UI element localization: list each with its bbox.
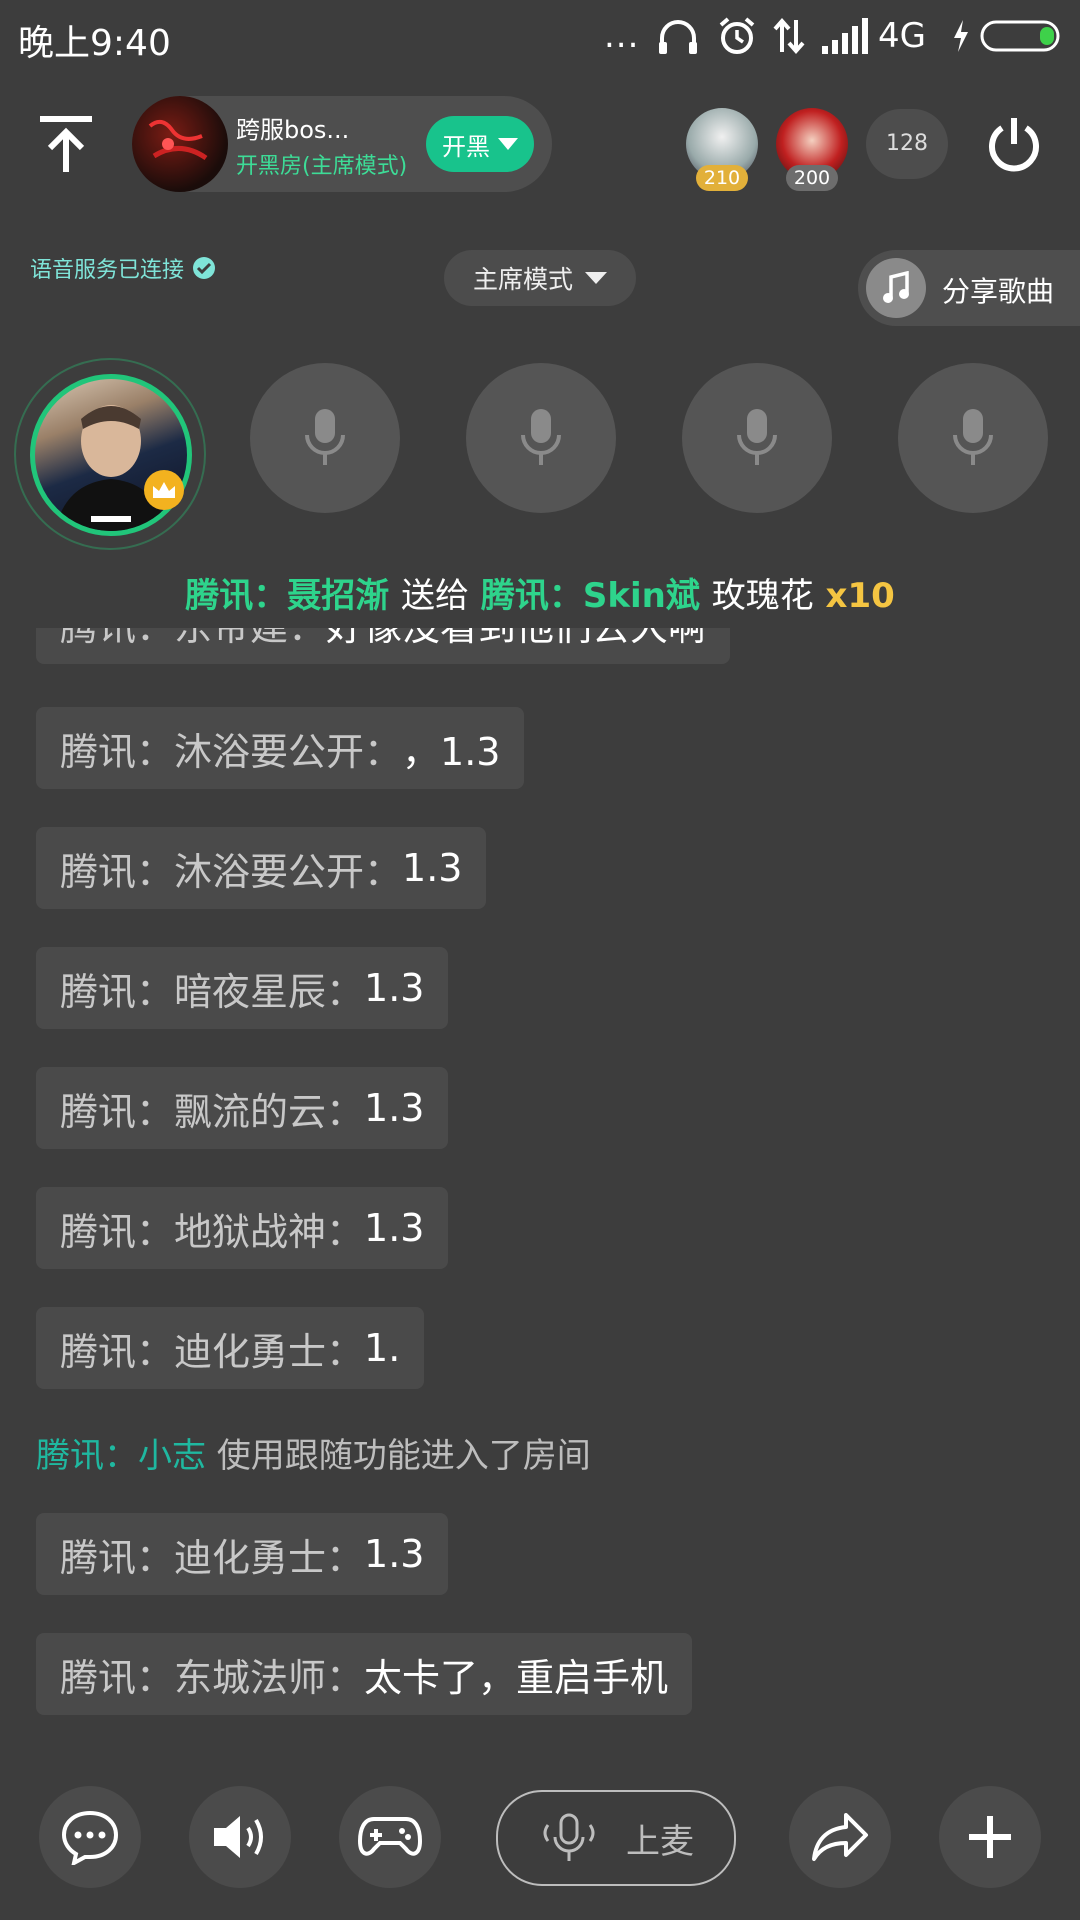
voice-status: 语音服务已连接 bbox=[30, 252, 216, 284]
alarm-icon bbox=[716, 14, 758, 58]
top-user-score-1: 210 bbox=[696, 165, 748, 191]
chat-text: 1.3 bbox=[364, 1086, 425, 1130]
voice-status-text: 语音服务已连接 bbox=[30, 258, 185, 283]
speaker-button[interactable] bbox=[189, 1786, 291, 1888]
share-song-label: 分享歌曲 bbox=[942, 275, 1055, 308]
status-bar: 晚上9:40 ... 4G bbox=[0, 0, 1080, 75]
chat-sender: 腾讯：沐浴要公开： bbox=[60, 849, 403, 894]
gift-announcement: 腾讯：聂招渐 送给 腾讯：Skin斌 玫瑰花 x10 bbox=[0, 568, 1080, 617]
crown-icon bbox=[144, 470, 184, 510]
chat-message: 腾讯：暗夜星辰： 1.3 bbox=[36, 947, 449, 1029]
microphone-icon bbox=[521, 409, 561, 465]
battery-icon bbox=[980, 14, 1064, 58]
gift-receiver: 腾讯：Skin斌 bbox=[480, 576, 700, 616]
gift-verb: 送给 bbox=[401, 576, 470, 616]
room-name: 跨服bos... bbox=[236, 116, 350, 144]
network-type: 4G bbox=[878, 16, 926, 56]
signal-icon bbox=[822, 14, 868, 58]
chat-sender: 腾讯：迪化勇士： bbox=[60, 1329, 365, 1374]
charging-icon bbox=[952, 14, 970, 58]
share-button[interactable] bbox=[789, 1786, 891, 1888]
chat-message: 腾讯：东城法师： 太卡了，重启手机 bbox=[36, 1633, 693, 1715]
gift-sender: 腾讯：聂招渐 bbox=[185, 576, 390, 616]
power-icon bbox=[989, 118, 1039, 172]
host-seat[interactable] bbox=[14, 358, 206, 550]
share-arrow-icon bbox=[812, 1813, 868, 1861]
kaihei-label: 开黑 bbox=[442, 132, 490, 161]
chat-text: 好像没看到他们去大啊 bbox=[326, 628, 706, 651]
status-time: 晚上9:40 bbox=[18, 23, 171, 64]
chat-message: 腾讯：东帝建：好像没看到他们去大啊 bbox=[36, 628, 731, 664]
share-song-button[interactable]: 分享歌曲 bbox=[858, 250, 1080, 326]
more-dots-icon: ... bbox=[604, 16, 640, 56]
caret-down-icon bbox=[498, 138, 518, 150]
chat-text: 1.3 bbox=[364, 1206, 425, 1250]
microphone-icon bbox=[305, 409, 345, 465]
chat-sender: 腾讯：东城法师： bbox=[60, 1655, 365, 1700]
mode-select-label: 主席模式 bbox=[472, 265, 573, 294]
caret-down-icon bbox=[585, 272, 607, 284]
kaihei-dropdown-button[interactable]: 开黑 bbox=[426, 116, 534, 172]
headphones-icon bbox=[656, 14, 700, 58]
chat-message: 腾讯：迪化勇士： 1. bbox=[36, 1307, 425, 1389]
system-message: 腾讯：小志 使用跟随功能进入了房间 bbox=[36, 1428, 591, 1477]
chat-button[interactable] bbox=[39, 1786, 141, 1888]
host-avatar bbox=[30, 374, 192, 536]
online-count[interactable]: 128 bbox=[866, 109, 948, 179]
chat-sender: 腾讯：沐浴要公开： bbox=[60, 729, 403, 774]
chat-sender: 腾讯：地狱战神： bbox=[60, 1209, 365, 1254]
mic-seat-5[interactable] bbox=[898, 363, 1048, 513]
speaker-icon bbox=[214, 1816, 263, 1858]
chat-text: ，1.3 bbox=[402, 729, 501, 774]
join-mic-button[interactable]: 上麦 bbox=[496, 1790, 736, 1886]
chat-message: 腾讯：沐浴要公开： ，1.3 bbox=[36, 707, 525, 789]
game-button[interactable] bbox=[339, 1786, 441, 1888]
chat-list[interactable]: 腾讯：东帝建：好像没看到他们去大啊 腾讯：沐浴要公开：，1.3 腾讯：沐浴要公开… bbox=[0, 628, 1080, 1738]
arrow-up-icon bbox=[40, 116, 92, 172]
microphone-icon bbox=[953, 409, 993, 465]
room-avatar bbox=[132, 96, 228, 192]
chat-sender: 腾讯：东帝建： bbox=[60, 628, 326, 651]
chat-message: 腾讯：飘流的云： 1.3 bbox=[36, 1067, 449, 1149]
system-message-text: 使用跟随功能进入了房间 bbox=[206, 1436, 591, 1476]
chat-sender: 腾讯：迪化勇士： bbox=[60, 1535, 365, 1580]
microphone-icon bbox=[543, 1813, 595, 1861]
mic-seat-3[interactable] bbox=[466, 363, 616, 513]
join-mic-label: 上麦 bbox=[626, 1821, 694, 1862]
chat-sender: 腾讯：飘流的云： bbox=[60, 1089, 365, 1134]
mic-seat-4[interactable] bbox=[682, 363, 832, 513]
room-mode: 开黑房(主席模式) bbox=[236, 154, 408, 179]
check-circle-icon bbox=[193, 257, 216, 279]
data-transfer-icon bbox=[772, 14, 806, 58]
mode-select[interactable]: 主席模式 bbox=[444, 250, 636, 306]
plus-icon bbox=[969, 1816, 1011, 1858]
room-info[interactable]: 跨服bos... 开黑房(主席模式) 开黑 bbox=[132, 96, 552, 192]
music-note-icon bbox=[866, 258, 926, 318]
top-user-score-2: 200 bbox=[786, 165, 838, 191]
gamepad-icon bbox=[358, 1817, 422, 1856]
gift-count: x10 bbox=[825, 576, 895, 616]
microphone-icon bbox=[737, 409, 777, 465]
more-button[interactable] bbox=[939, 1786, 1041, 1888]
gift-item: 玫瑰花 bbox=[711, 576, 814, 616]
chat-text: 太卡了，重启手机 bbox=[364, 1655, 669, 1700]
system-message-user[interactable]: 腾讯：小志 bbox=[36, 1436, 206, 1476]
chat-message: 腾讯：迪化勇士： 1.3 bbox=[36, 1513, 449, 1595]
chat-text: 1. bbox=[364, 1326, 401, 1370]
chat-text: 1.3 bbox=[364, 966, 425, 1010]
chat-sender: 腾讯：暗夜星辰： bbox=[60, 969, 365, 1014]
mic-seat-2[interactable] bbox=[250, 363, 400, 513]
chat-bubble-icon bbox=[61, 1810, 119, 1865]
chat-message: 腾讯：地狱战神： 1.3 bbox=[36, 1187, 449, 1269]
exit-room-button[interactable] bbox=[984, 114, 1044, 174]
chat-message: 腾讯：沐浴要公开： 1.3 bbox=[36, 827, 487, 909]
minimize-room-button[interactable] bbox=[36, 110, 96, 180]
chat-text: 1.3 bbox=[364, 1532, 425, 1576]
chat-text: 1.3 bbox=[402, 846, 463, 890]
